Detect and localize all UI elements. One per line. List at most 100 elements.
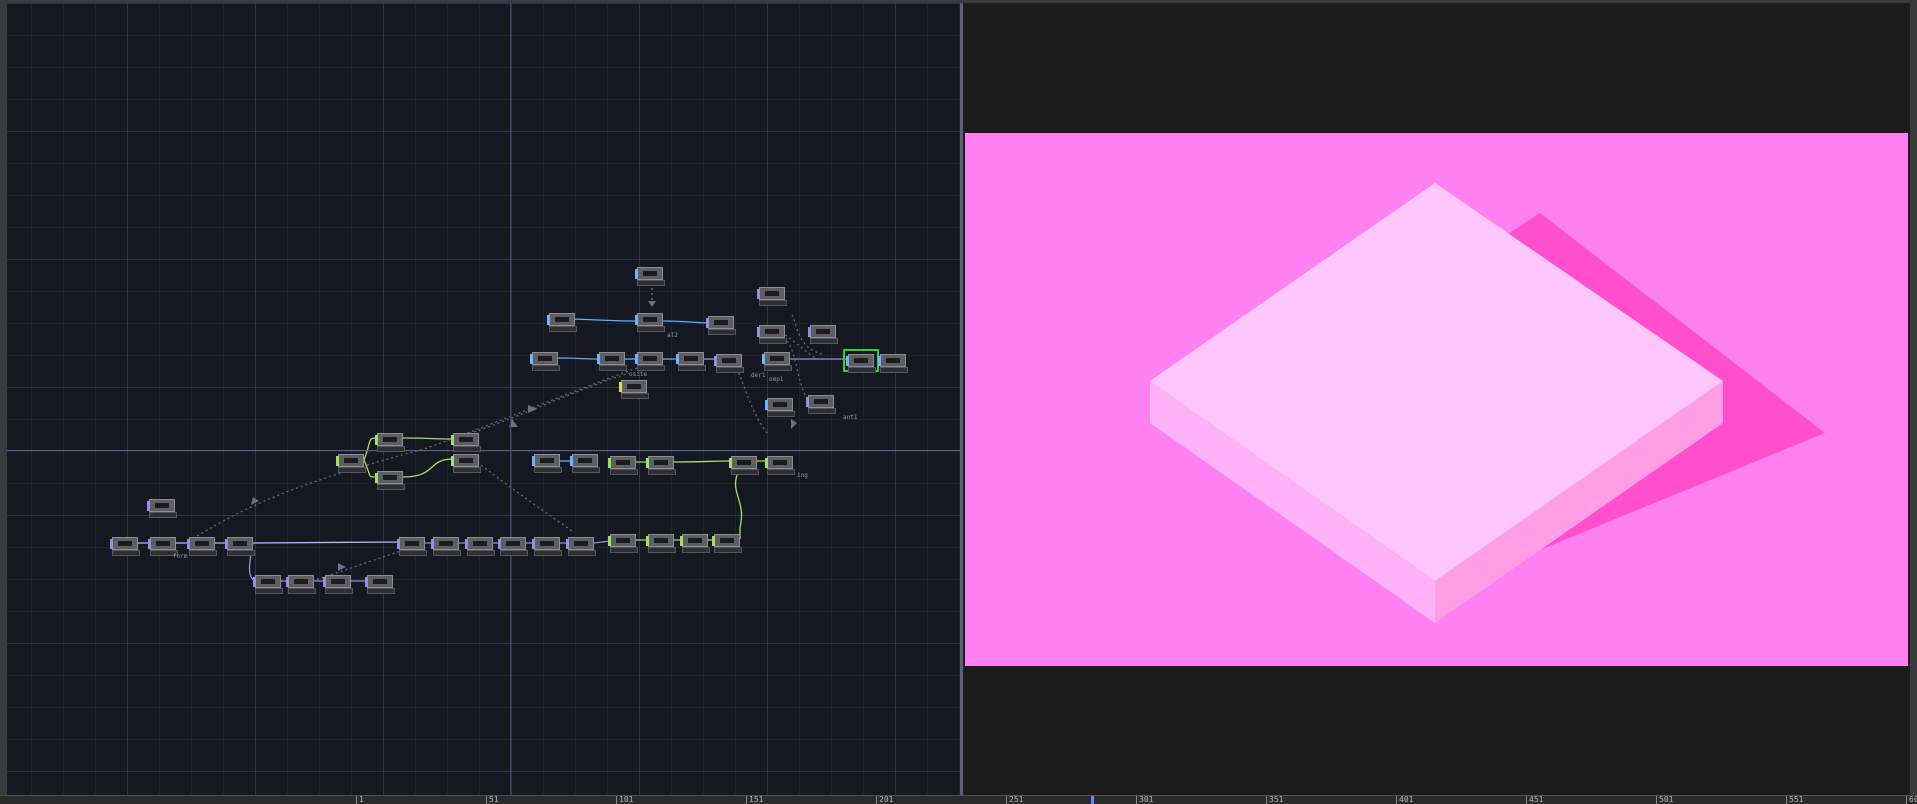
node-lookup1[interactable] bbox=[680, 534, 710, 553]
node-label[interactable] bbox=[759, 338, 787, 344]
node-label[interactable] bbox=[532, 365, 560, 371]
node-null8[interactable] bbox=[765, 398, 795, 417]
node-label[interactable] bbox=[377, 484, 405, 490]
node-select1[interactable] bbox=[676, 352, 706, 371]
node-filter1[interactable] bbox=[729, 456, 759, 475]
node-family-flag bbox=[431, 539, 434, 549]
node-label[interactable] bbox=[808, 408, 836, 414]
node-label[interactable] bbox=[149, 512, 177, 518]
node-label[interactable] bbox=[880, 367, 908, 373]
node-null7[interactable] bbox=[878, 354, 908, 373]
node-transform1[interactable] bbox=[597, 352, 627, 371]
node-edge1[interactable] bbox=[323, 575, 353, 594]
node-light2[interactable] bbox=[808, 325, 838, 344]
node-label[interactable] bbox=[288, 588, 316, 594]
node-transform2[interactable] bbox=[148, 537, 178, 556]
node-label[interactable] bbox=[610, 547, 638, 553]
node-label[interactable] bbox=[610, 469, 638, 475]
network-editor[interactable]: al2 osite der1 form omp1 ant1 ing bbox=[7, 3, 960, 795]
node-level1[interactable] bbox=[570, 454, 600, 473]
node-shuffle1[interactable] bbox=[646, 534, 676, 553]
node-fill1[interactable] bbox=[547, 313, 577, 332]
node-noise1[interactable] bbox=[451, 433, 481, 452]
node-limit1[interactable] bbox=[765, 456, 795, 475]
node-label[interactable] bbox=[534, 467, 562, 473]
node-label[interactable] bbox=[399, 550, 427, 556]
node-label[interactable] bbox=[572, 467, 600, 473]
node-label[interactable] bbox=[325, 588, 353, 594]
node-label[interactable] bbox=[767, 411, 795, 417]
node-label[interactable] bbox=[648, 469, 676, 475]
node-light1[interactable] bbox=[757, 325, 787, 344]
node-text1[interactable] bbox=[530, 352, 560, 371]
node-label[interactable] bbox=[534, 550, 562, 556]
node-label[interactable] bbox=[433, 550, 461, 556]
node-sopto1[interactable] bbox=[110, 537, 140, 556]
node-label[interactable] bbox=[682, 547, 710, 553]
node-label[interactable] bbox=[549, 326, 577, 332]
node-math1[interactable] bbox=[375, 433, 405, 452]
node-label[interactable] bbox=[255, 588, 283, 594]
node-null5[interactable] bbox=[712, 534, 742, 553]
node-label[interactable] bbox=[714, 547, 742, 553]
node-label[interactable] bbox=[189, 550, 217, 556]
node-family-flag bbox=[680, 536, 683, 546]
wire-arrow bbox=[251, 497, 259, 505]
node-count1[interactable] bbox=[336, 454, 366, 473]
node-label[interactable] bbox=[367, 588, 395, 594]
node-composite1[interactable] bbox=[635, 352, 665, 371]
node-feedback2[interactable] bbox=[253, 575, 283, 594]
node-label[interactable] bbox=[500, 550, 528, 556]
node-label[interactable] bbox=[453, 446, 481, 452]
node-label[interactable] bbox=[338, 467, 366, 473]
node-cam1[interactable] bbox=[757, 287, 787, 306]
node-merge1[interactable] bbox=[397, 537, 427, 556]
node-math2[interactable] bbox=[375, 471, 405, 490]
node-null6[interactable] bbox=[635, 267, 665, 286]
node-geo1[interactable] bbox=[706, 316, 736, 335]
node-label[interactable] bbox=[377, 446, 405, 452]
node-label[interactable] bbox=[716, 367, 744, 373]
node-label[interactable] bbox=[848, 367, 876, 373]
node-sort1[interactable] bbox=[431, 537, 461, 556]
node-label[interactable] bbox=[568, 550, 596, 556]
node-geo2[interactable] bbox=[714, 354, 744, 373]
node-label[interactable] bbox=[678, 365, 706, 371]
node-null1[interactable] bbox=[451, 454, 481, 473]
node-label[interactable] bbox=[764, 365, 792, 371]
node-label[interactable] bbox=[731, 469, 759, 475]
node-label[interactable] bbox=[621, 393, 649, 399]
node-label[interactable] bbox=[648, 547, 676, 553]
node-constant1[interactable] bbox=[806, 395, 836, 414]
node-render1[interactable] bbox=[762, 352, 792, 371]
node-wire1[interactable] bbox=[365, 575, 395, 594]
node-label[interactable] bbox=[708, 329, 736, 335]
node-limit2[interactable] bbox=[498, 537, 528, 556]
node-label[interactable] bbox=[467, 550, 495, 556]
wire-top bbox=[566, 318, 638, 322]
node-add1[interactable] bbox=[286, 575, 316, 594]
node-label[interactable] bbox=[767, 469, 795, 475]
node-label[interactable] bbox=[112, 550, 140, 556]
node-render2[interactable] bbox=[532, 454, 562, 473]
node-label[interactable] bbox=[637, 326, 665, 332]
node-script1[interactable] bbox=[619, 380, 649, 399]
node-label[interactable] bbox=[453, 467, 481, 473]
node-feedback1[interactable] bbox=[843, 349, 879, 373]
node-select2[interactable] bbox=[608, 456, 638, 475]
node-convert1[interactable] bbox=[465, 537, 495, 556]
node-label[interactable] bbox=[227, 550, 255, 556]
node-material2[interactable] bbox=[635, 313, 665, 332]
node-math3[interactable] bbox=[646, 456, 676, 475]
node-noise2[interactable] bbox=[187, 537, 217, 556]
node-trigger1[interactable] bbox=[147, 499, 177, 518]
node-label[interactable] bbox=[810, 338, 838, 344]
node-null4[interactable] bbox=[566, 537, 596, 556]
node-thumbnail bbox=[643, 356, 657, 361]
node-label[interactable] bbox=[759, 300, 787, 306]
node-null2[interactable] bbox=[225, 537, 255, 556]
node-null3[interactable] bbox=[532, 537, 562, 556]
node-label[interactable] bbox=[637, 280, 665, 286]
node-label[interactable] bbox=[599, 365, 627, 371]
node-topto1[interactable] bbox=[608, 534, 638, 553]
